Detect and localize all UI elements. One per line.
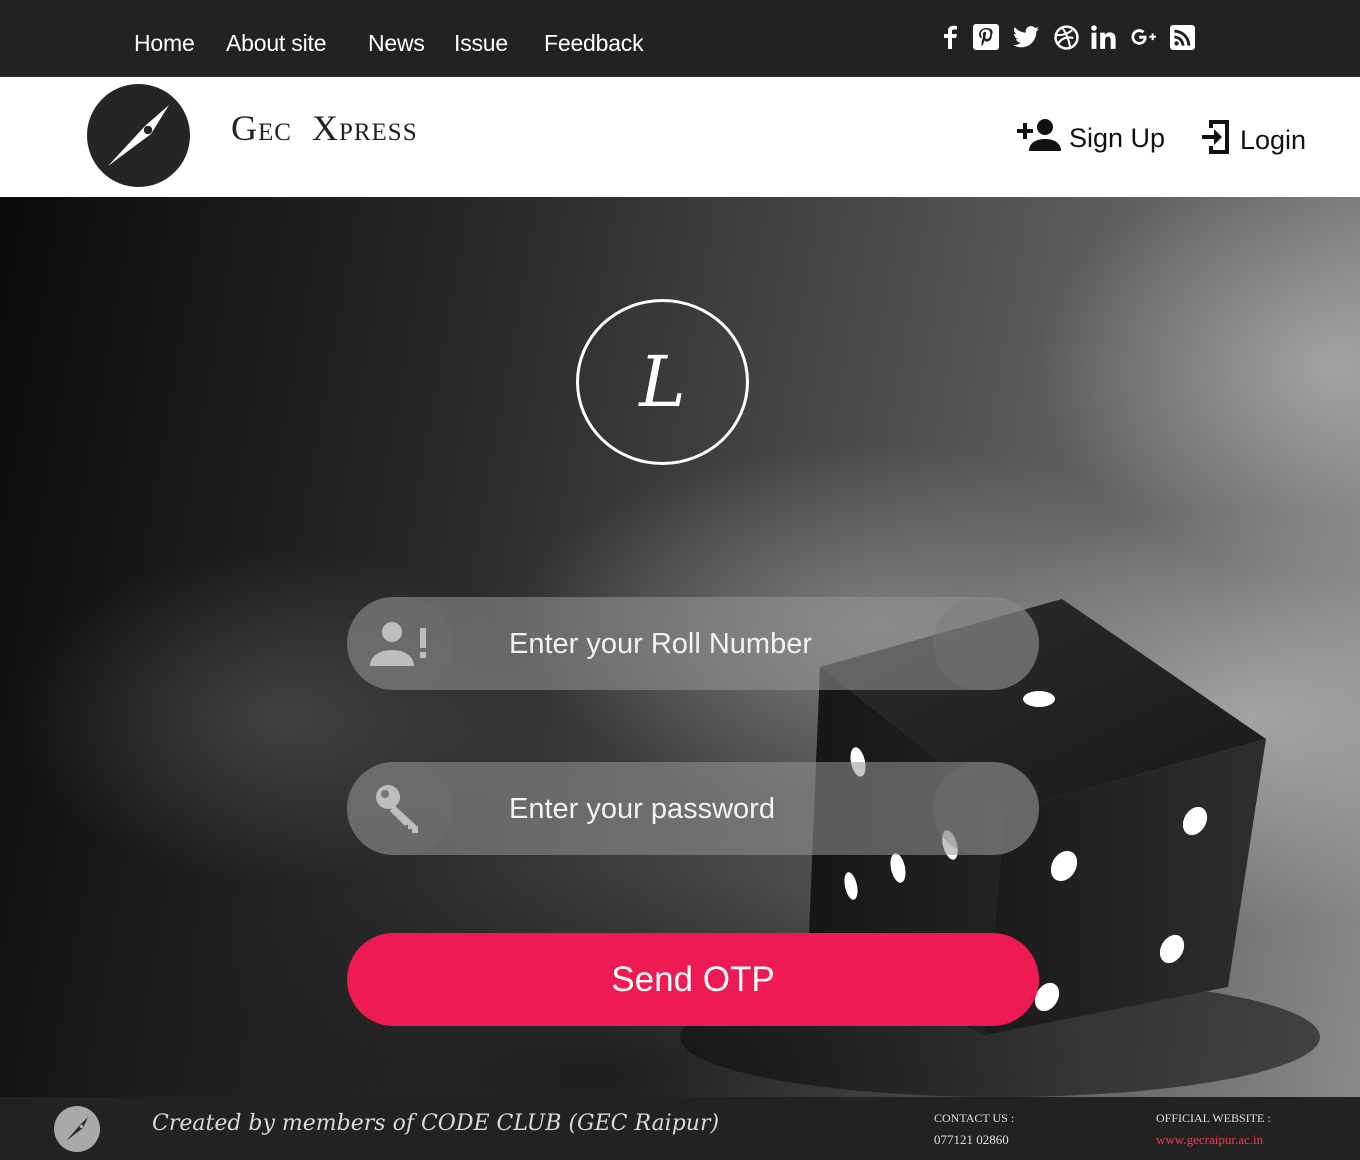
nav-link-feedback[interactable]: Feedback <box>544 30 644 57</box>
login-label: Login <box>1240 125 1307 155</box>
footer-credits: Created by members of CODE CLUB (GEC Rai… <box>152 1111 720 1136</box>
login-emblem-icon: L <box>576 299 749 465</box>
login-icon <box>1200 117 1234 164</box>
nav-link-about-site[interactable]: About site <box>226 30 326 57</box>
nav-link-news[interactable]: News <box>368 30 425 57</box>
compass-logo-icon[interactable] <box>87 84 190 187</box>
sign-up-label: Sign Up <box>1069 123 1166 153</box>
compass-footer-icon <box>54 1106 100 1152</box>
contact-phone: 077121 02860 <box>934 1132 1009 1147</box>
password-input[interactable] <box>507 780 951 838</box>
password-field <box>347 762 1039 855</box>
top-navigation-bar: Home About site News Issue Feedback <box>0 0 1360 77</box>
send-otp-button[interactable]: Send OTP <box>347 933 1039 1026</box>
dribbble-icon[interactable] <box>1052 22 1080 52</box>
twitter-icon[interactable] <box>1012 22 1040 52</box>
hero-background: L Send OTP <box>0 197 1360 1097</box>
contact-heading: CONTACT US : <box>934 1111 1015 1125</box>
add-user-icon <box>1015 117 1063 160</box>
linkedin-icon[interactable] <box>1090 22 1118 52</box>
roll-number-field <box>347 597 1039 690</box>
nav-link-issue[interactable]: Issue <box>454 30 508 57</box>
facebook-icon[interactable] <box>936 22 964 52</box>
nav-link-home[interactable]: Home <box>134 30 195 57</box>
brand-header: Gec Xpress Sign Up Login <box>0 77 1360 197</box>
emblem-letter: L <box>639 341 686 423</box>
user-alert-icon <box>347 597 453 690</box>
sign-up-button[interactable]: Sign Up <box>1015 117 1165 160</box>
google-plus-icon[interactable] <box>1130 22 1158 52</box>
website-heading: OFFICIAL WEBSITE : <box>1156 1111 1271 1125</box>
key-icon <box>347 762 453 855</box>
rss-icon[interactable] <box>1168 22 1196 52</box>
roll-number-input[interactable] <box>507 615 951 673</box>
official-website-link[interactable]: www.gecraipur.ac.in <box>1156 1132 1263 1148</box>
footer: Created by members of CODE CLUB (GEC Rai… <box>0 1097 1360 1160</box>
login-button[interactable]: Login <box>1200 117 1306 164</box>
site-title[interactable]: Gec Xpress <box>231 107 418 149</box>
pinterest-icon[interactable] <box>972 22 1000 52</box>
